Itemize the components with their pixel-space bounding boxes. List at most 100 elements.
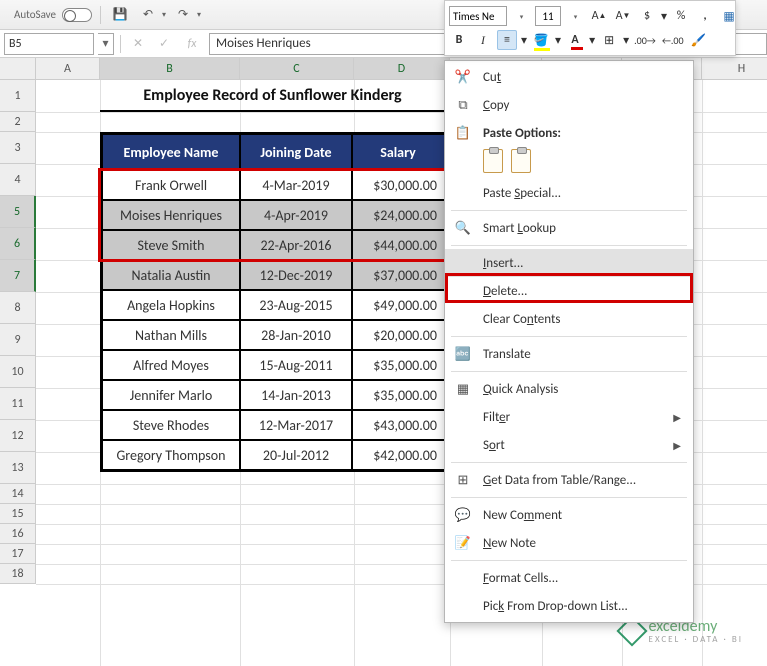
cell-salary[interactable]: $35,000.00 bbox=[352, 380, 446, 410]
row-header-8[interactable]: 8 bbox=[0, 292, 36, 324]
table-row[interactable]: Moises Henriques4-Apr-2019$24,000.00 bbox=[102, 200, 446, 230]
row-header-12[interactable]: 12 bbox=[0, 420, 36, 452]
row-header-4[interactable]: 4 bbox=[0, 164, 36, 196]
undo-dropdown[interactable]: ▾ bbox=[162, 10, 166, 20]
cell-name[interactable]: Jennifer Marlo bbox=[102, 380, 240, 410]
increase-font-icon[interactable]: A▲ bbox=[589, 6, 609, 26]
cell-salary[interactable]: $24,000.00 bbox=[352, 200, 446, 230]
font-size-dropdown-icon[interactable]: ▾ bbox=[565, 6, 585, 26]
cell-salary[interactable]: $20,000.00 bbox=[352, 320, 446, 350]
cell-name[interactable]: Frank Orwell bbox=[102, 170, 240, 200]
fx-icon[interactable]: fх bbox=[181, 33, 203, 55]
cell-name[interactable]: Gregory Thompson bbox=[102, 440, 240, 470]
save-icon[interactable]: 💾 bbox=[109, 4, 131, 26]
italic-button[interactable]: I bbox=[473, 30, 493, 50]
table-row[interactable]: Frank Orwell4-Mar-2019$30,000.00 bbox=[102, 170, 446, 200]
col-header-C[interactable]: C bbox=[240, 58, 354, 80]
cell-salary[interactable]: $49,000.00 bbox=[352, 290, 446, 320]
cell-salary[interactable]: $44,000.00 bbox=[352, 230, 446, 260]
row-header-3[interactable]: 3 bbox=[0, 132, 36, 164]
cell-name[interactable]: Angela Hopkins bbox=[102, 290, 240, 320]
table-row[interactable]: Jennifer Marlo14-Jan-2013$35,000.00 bbox=[102, 380, 446, 410]
cancel-formula-icon[interactable]: ✕ bbox=[127, 33, 149, 55]
ctx-get-data[interactable]: ⊞ Get Data from Table/Range... bbox=[445, 466, 693, 494]
cell-name[interactable]: Alfred Moyes bbox=[102, 350, 240, 380]
table-row[interactable]: Steve Rhodes12-Mar-2017$43,000.00 bbox=[102, 410, 446, 440]
ctx-copy[interactable]: ⧉ Copy bbox=[445, 91, 693, 119]
col-header-D[interactable]: D bbox=[354, 58, 450, 80]
accept-formula-icon[interactable]: ✓ bbox=[153, 33, 175, 55]
cell-date[interactable]: 20-Jul-2012 bbox=[240, 440, 352, 470]
row-header-13[interactable]: 13 bbox=[0, 452, 36, 484]
cell-name[interactable]: Moises Henriques bbox=[102, 200, 240, 230]
ctx-new-note[interactable]: 📝 New Note bbox=[445, 529, 693, 557]
cell-salary[interactable]: $42,000.00 bbox=[352, 440, 446, 470]
cell-salary[interactable]: $30,000.00 bbox=[352, 170, 446, 200]
format-painter-icon[interactable]: 🖌️ bbox=[689, 30, 709, 50]
row-header-2[interactable]: 2 bbox=[0, 112, 36, 132]
increase-decimal-icon[interactable]: .00→ bbox=[633, 30, 657, 50]
comma-icon[interactable]: , bbox=[695, 6, 715, 26]
font-color-icon[interactable]: A bbox=[565, 30, 585, 50]
cell-date[interactable]: 15-Aug-2011 bbox=[240, 350, 352, 380]
table-row[interactable]: Angela Hopkins23-Aug-2015$49,000.00 bbox=[102, 290, 446, 320]
row-header-15[interactable]: 15 bbox=[0, 504, 36, 524]
accounting-icon[interactable]: $ bbox=[637, 6, 657, 26]
row-header-11[interactable]: 11 bbox=[0, 388, 36, 420]
ctx-clear-contents[interactable]: Clear Contents bbox=[445, 305, 693, 333]
cell-date[interactable]: 28-Jan-2010 bbox=[240, 320, 352, 350]
row-header-6[interactable]: 6 bbox=[0, 228, 36, 260]
align-center-icon[interactable]: ≡ bbox=[497, 30, 517, 50]
row-header-5[interactable]: 5 bbox=[0, 196, 36, 228]
name-box[interactable]: B5 bbox=[4, 33, 94, 55]
table-row[interactable]: Gregory Thompson20-Jul-2012$42,000.00 bbox=[102, 440, 446, 470]
font-name-input[interactable] bbox=[449, 6, 507, 26]
cell-date[interactable]: 22-Apr-2016 bbox=[240, 230, 352, 260]
select-all-corner[interactable] bbox=[0, 58, 36, 80]
bold-button[interactable]: B bbox=[449, 30, 469, 50]
row-header-9[interactable]: 9 bbox=[0, 324, 36, 356]
ctx-sort[interactable]: Sort ▶ bbox=[445, 431, 693, 459]
row-header-16[interactable]: 16 bbox=[0, 524, 36, 544]
ctx-format-cells[interactable]: Format Cells... bbox=[445, 564, 693, 592]
fill-color-icon[interactable]: 🪣 bbox=[531, 30, 551, 50]
cell-name[interactable]: Steve Smith bbox=[102, 230, 240, 260]
redo-dropdown[interactable]: ▾ bbox=[197, 10, 201, 20]
name-box-dropdown[interactable]: ▾ bbox=[98, 33, 114, 55]
cell-name[interactable]: Steve Rhodes bbox=[102, 410, 240, 440]
borders-icon[interactable]: ⊞ bbox=[599, 30, 619, 50]
font-name-dropdown-icon[interactable]: ▾ bbox=[511, 6, 531, 26]
ctx-new-comment[interactable]: 💬 New Comment bbox=[445, 501, 693, 529]
row-header-17[interactable]: 17 bbox=[0, 544, 36, 564]
ctx-translate[interactable]: 🔤 Translate bbox=[445, 340, 693, 368]
table-row[interactable]: Alfred Moyes15-Aug-2011$35,000.00 bbox=[102, 350, 446, 380]
decrease-decimal-icon[interactable]: ←.00 bbox=[661, 30, 685, 50]
col-header-H[interactable]: H bbox=[702, 58, 767, 80]
cell-date[interactable]: 4-Mar-2019 bbox=[240, 170, 352, 200]
row-header-18[interactable]: 18 bbox=[0, 564, 36, 584]
cell-salary[interactable]: $43,000.00 bbox=[352, 410, 446, 440]
ctx-insert[interactable]: Insert... bbox=[445, 249, 693, 277]
table-row[interactable]: Nathan Mills28-Jan-2010$20,000.00 bbox=[102, 320, 446, 350]
cell-date[interactable]: 12-Dec-2019 bbox=[240, 260, 352, 290]
ctx-delete[interactable]: Delete... bbox=[445, 277, 693, 305]
table-row[interactable]: Natalia Austin12-Dec-2019$37,000.00 bbox=[102, 260, 446, 290]
cell-salary[interactable]: $37,000.00 bbox=[352, 260, 446, 290]
table-row[interactable]: Steve Smith22-Apr-2016$44,000.00 bbox=[102, 230, 446, 260]
font-size-input[interactable] bbox=[535, 6, 561, 26]
autosave-toggle[interactable] bbox=[62, 8, 92, 22]
ctx-pick-from-list[interactable]: Pick From Drop-down List... bbox=[445, 592, 693, 620]
redo-icon[interactable]: ↷ bbox=[172, 4, 194, 26]
cell-date[interactable]: 12-Mar-2017 bbox=[240, 410, 352, 440]
row-header-1[interactable]: 1 bbox=[0, 80, 36, 112]
col-header-A[interactable]: A bbox=[36, 58, 100, 80]
paste-option-default[interactable] bbox=[483, 149, 503, 173]
ctx-filter[interactable]: Filter ▶ bbox=[445, 403, 693, 431]
cell-date[interactable]: 4-Apr-2019 bbox=[240, 200, 352, 230]
format-cells-icon[interactable]: ▦ bbox=[719, 6, 739, 26]
cell-date[interactable]: 23-Aug-2015 bbox=[240, 290, 352, 320]
paste-option-values[interactable] bbox=[511, 149, 531, 173]
undo-icon[interactable]: ↶ bbox=[137, 4, 159, 26]
ctx-paste-special[interactable]: Paste Special... bbox=[445, 179, 693, 207]
cell-name[interactable]: Nathan Mills bbox=[102, 320, 240, 350]
